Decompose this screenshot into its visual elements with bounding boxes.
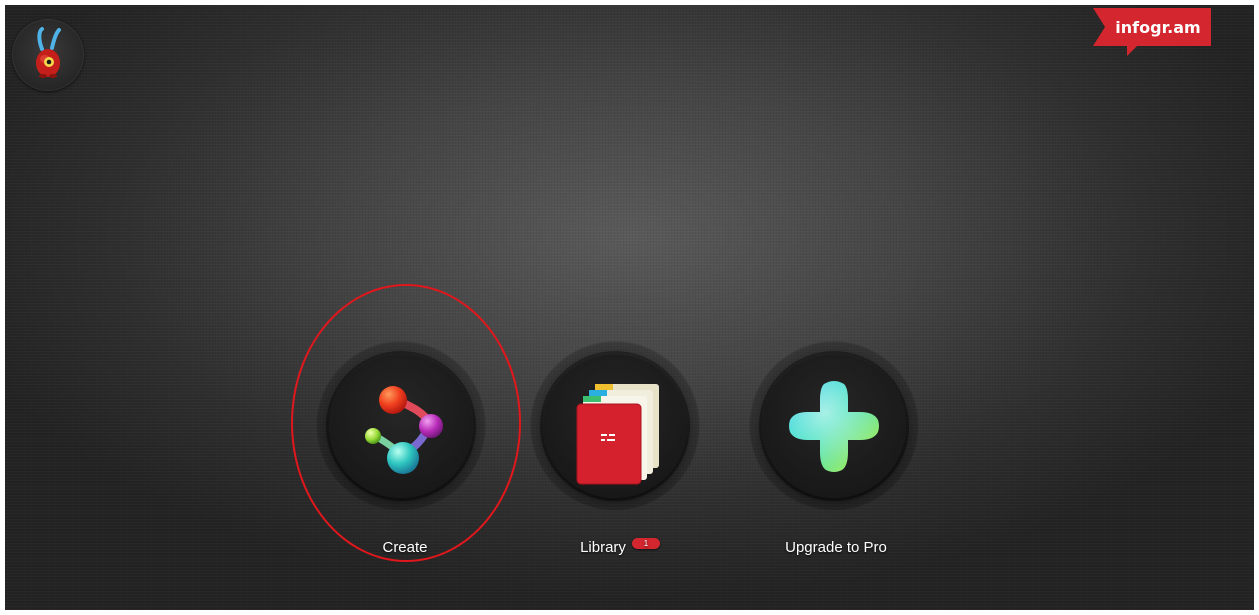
library-disc bbox=[543, 354, 687, 498]
upgrade-label: Upgrade to Pro bbox=[785, 539, 887, 556]
app-background: infogr.am Create Library 1 Upgrade to Pr… bbox=[5, 5, 1254, 610]
folders-icon bbox=[576, 384, 659, 485]
create-label: Create bbox=[382, 539, 428, 556]
plus-icon bbox=[789, 381, 879, 472]
user-avatar[interactable] bbox=[12, 19, 84, 91]
infogram-logo-link[interactable]: infogr.am bbox=[1093, 8, 1211, 56]
upgrade-disc bbox=[762, 354, 906, 498]
bunny-mascot-icon bbox=[36, 27, 61, 78]
brand-label: infogr.am bbox=[1115, 17, 1201, 37]
library-label: Library 1 bbox=[535, 537, 705, 556]
library-count-badge: 1 bbox=[631, 537, 660, 549]
create-disc bbox=[329, 354, 473, 498]
molecule-icon bbox=[365, 386, 443, 474]
